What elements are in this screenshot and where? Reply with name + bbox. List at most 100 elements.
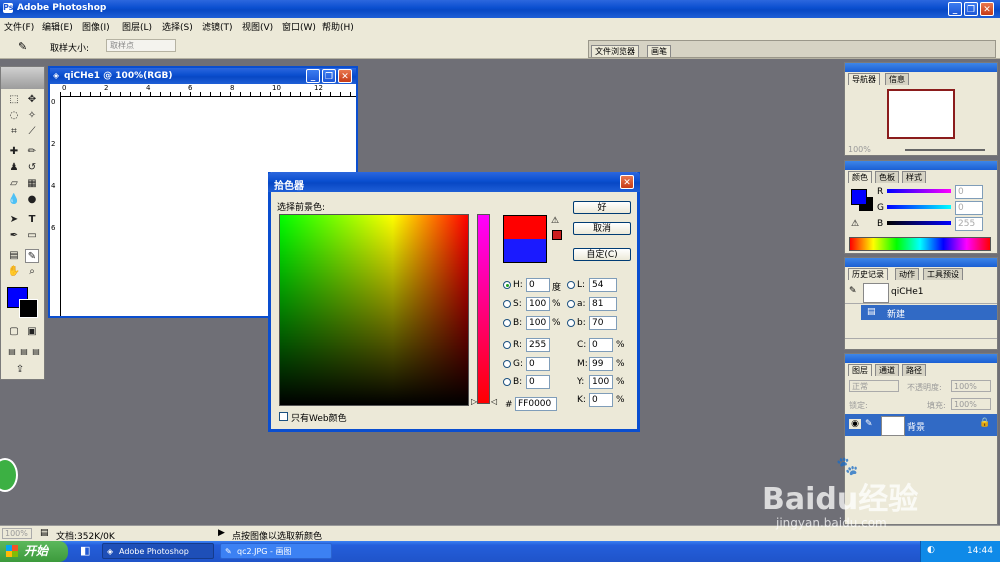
hue-slider-arrow-right[interactable]: ◁ [491,397,497,406]
color-ramp[interactable] [849,237,991,251]
clock-icon[interactable] [0,458,18,492]
lasso-tool[interactable]: ◌ [7,109,21,123]
b-field[interactable]: 100 [526,316,550,330]
eye-icon[interactable]: ◉ [849,419,861,429]
channel-r-field[interactable]: 0 [955,185,983,199]
hex-field[interactable]: FF0000 [515,397,557,411]
background-color-swatch[interactable] [19,299,38,318]
tab-brushes[interactable]: 画笔 [647,45,671,57]
shape-tool[interactable]: ▭ [25,229,39,243]
taskbar-item-photoshop[interactable]: ◈ Adobe Photoshop [102,543,214,559]
menu-view[interactable]: 视图(V) [242,20,273,33]
tab-tool-presets[interactable]: 工具预设 [923,268,963,280]
taskbar-item-paint[interactable]: ✎ qc2.JPG - 画图 [220,543,332,559]
menu-select[interactable]: 选择(S) [162,20,193,33]
a-radio[interactable] [567,300,575,308]
panel-foreground-swatch[interactable] [851,189,867,205]
c-field[interactable]: 0 [589,338,613,352]
status-play-icon[interactable]: ▶ [218,528,225,538]
l-radio[interactable] [567,281,575,289]
quick-mask-mode[interactable]: ▣ [25,325,39,339]
rgb-b-radio[interactable] [503,378,511,386]
web-only-checkbox[interactable] [279,412,288,421]
warning-icon[interactable]: ⚠ [551,216,559,226]
pen-tool[interactable]: ✒ [7,229,21,243]
layer-row[interactable]: ◉ ✎ 背景 🔒 [845,414,997,436]
tab-actions[interactable]: 动作 [895,268,919,280]
menu-layer[interactable]: 图层(L) [122,20,152,33]
lab-b-radio[interactable] [567,319,575,327]
color-field[interactable] [279,214,469,406]
maximize-icon[interactable]: ❐ [964,2,978,16]
zoom-tool[interactable]: ⌕ [25,265,39,279]
eyedropper-icon[interactable]: ✎ [18,40,27,53]
hue-slider-arrow-left[interactable]: ▷ [471,397,477,406]
rgb-b-field[interactable]: 0 [526,375,550,389]
tab-history[interactable]: 历史记录 [848,268,888,280]
blend-mode-select[interactable]: 正常 [849,380,899,392]
menu-file[interactable]: 文件(F) [4,20,34,33]
tab-styles[interactable]: 样式 [902,171,926,183]
h-radio[interactable] [503,281,511,289]
l-field[interactable]: 54 [589,278,617,292]
gamut-swatch[interactable] [552,230,562,240]
tab-paths[interactable]: 路径 [902,364,926,376]
g-field[interactable]: 0 [526,357,550,371]
slice-tool[interactable]: ⟋ [25,125,39,139]
hand-tool[interactable]: ✋ [7,265,21,279]
lab-b-field[interactable]: 70 [589,316,617,330]
blur-tool[interactable]: 💧 [7,193,21,207]
tab-layers[interactable]: 图层 [848,364,872,376]
quick-mask-standard[interactable]: ▢ [7,325,21,339]
opacity-field[interactable]: 100% [951,380,991,392]
tab-info[interactable]: 信息 [885,73,909,85]
s-field[interactable]: 100 [526,297,550,311]
channel-g-slider[interactable] [887,205,951,209]
close-icon[interactable]: ✕ [980,2,994,16]
tab-file-browser[interactable]: 文件浏览器 [591,45,639,57]
screen-mode-3[interactable]: ▤ [29,345,43,359]
y-field[interactable]: 100 [589,375,613,389]
brush-tool[interactable]: ✏ [25,145,39,159]
r-radio[interactable] [503,341,511,349]
start-button[interactable]: 开始 [0,541,68,562]
minimize-icon[interactable]: _ [948,2,962,16]
maximize-icon[interactable]: ❐ [322,69,336,83]
ok-button[interactable]: 好 [573,201,631,214]
k-field[interactable]: 0 [589,393,613,407]
gradient-tool[interactable]: ▦ [25,177,39,191]
stamp-tool[interactable]: ♟ [7,161,21,175]
channel-g-field[interactable]: 0 [955,201,983,215]
eraser-tool[interactable]: ▱ [7,177,21,191]
crop-tool[interactable]: ⌗ [7,125,21,139]
old-color-swatch[interactable] [503,239,547,263]
close-icon[interactable]: ✕ [620,175,634,189]
s-radio[interactable] [503,300,511,308]
tab-channels[interactable]: 通道 [875,364,899,376]
channel-b-slider[interactable] [887,221,951,225]
g-radio[interactable] [503,360,511,368]
notes-tool[interactable]: ▤ [7,249,21,263]
menu-image[interactable]: 图像(I) [82,20,110,33]
tab-navigator[interactable]: 导航器 [848,73,880,85]
tab-color[interactable]: 颜色 [848,171,872,183]
tray-icon[interactable]: ◐ [927,545,935,555]
channel-b-field[interactable]: 255 [955,217,983,231]
minimize-icon[interactable]: _ [306,69,320,83]
menu-window[interactable]: 窗口(W) [282,20,316,33]
history-item[interactable]: ▤ 新建 [861,305,997,320]
eyedropper-tool[interactable]: ✎ [25,249,39,263]
status-zoom-field[interactable]: 100% [2,528,32,539]
cancel-button[interactable]: 取消 [573,222,631,235]
r-field[interactable]: 255 [526,338,550,352]
a-field[interactable]: 81 [589,297,617,311]
magic-wand-tool[interactable]: ✧ [25,109,39,123]
quicklaunch-icon[interactable]: ◧ [80,544,90,557]
hue-slider[interactable] [477,214,490,404]
type-tool[interactable]: T [25,213,39,227]
b-radio[interactable] [503,319,511,327]
history-brush-tool[interactable]: ↺ [25,161,39,175]
marquee-tool[interactable]: ⬚ [7,93,21,107]
custom-button[interactable]: 自定(C) [573,248,631,261]
sample-size-select[interactable]: 取样点 [106,39,176,52]
